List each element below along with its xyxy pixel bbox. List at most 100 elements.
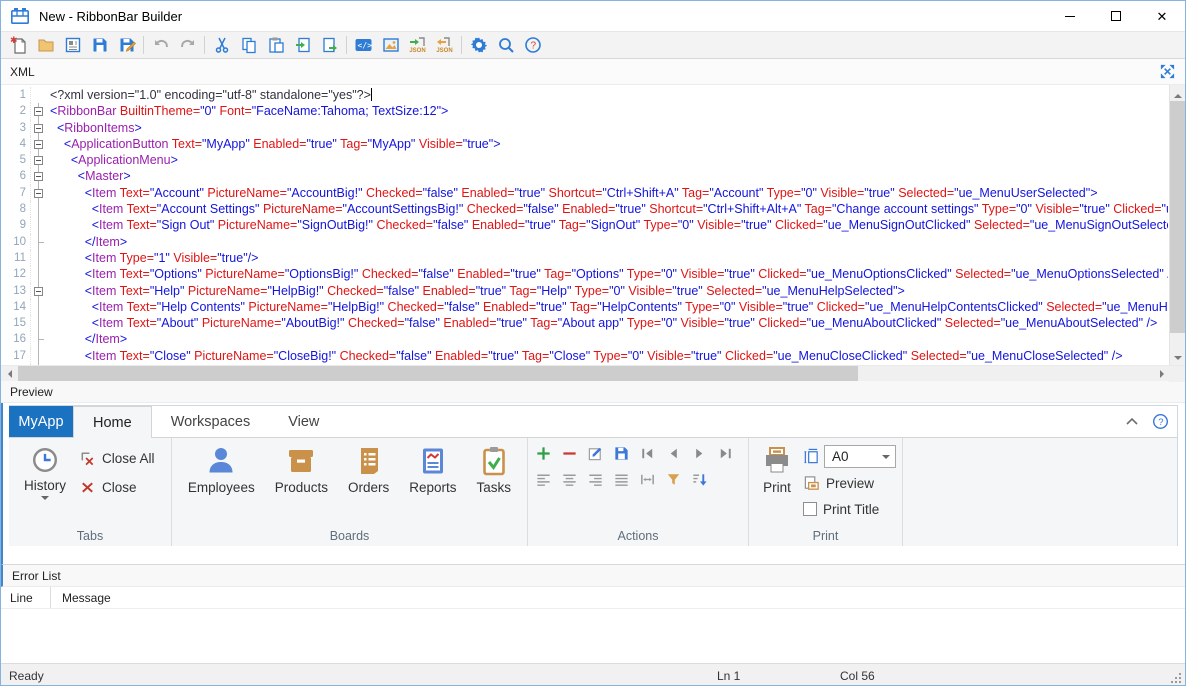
remove-button[interactable] <box>560 444 578 462</box>
edit-button[interactable] <box>586 444 604 462</box>
print-preview-button[interactable]: Preview <box>803 472 896 494</box>
new-file-button[interactable]: ✱ <box>5 33 32 57</box>
code-line[interactable]: 17 <Item Text="Close" PictureName="Close… <box>1 348 1168 364</box>
code-line[interactable]: 9 <Item Text="Sign Out" PictureName="Sig… <box>1 217 1168 233</box>
save-button[interactable] <box>86 33 113 57</box>
save-as-button[interactable] <box>113 33 140 57</box>
fold-marker[interactable] <box>31 185 46 201</box>
horizontal-scroll-thumb[interactable] <box>18 366 858 381</box>
save-row-button[interactable] <box>612 444 630 462</box>
column-header-line[interactable]: Line <box>1 587 51 608</box>
filter-button[interactable] <box>664 470 682 488</box>
history-button[interactable]: History <box>15 443 75 526</box>
collapse-ribbon-icon[interactable] <box>1124 414 1140 430</box>
close-all-button[interactable]: Close All <box>79 447 155 469</box>
code-line[interactable]: 3 <RibbonItems> <box>1 120 1168 136</box>
fold-marker <box>31 234 46 250</box>
code-line[interactable]: 6 <Master> <box>1 168 1168 184</box>
scroll-left-button[interactable] <box>1 366 17 382</box>
copy-button[interactable] <box>235 33 262 57</box>
code-line[interactable]: 4 <ApplicationButton Text="MyApp" Enable… <box>1 136 1168 152</box>
tab-home[interactable]: Home <box>73 406 152 438</box>
paste-icon <box>267 36 285 54</box>
open-button[interactable] <box>32 33 59 57</box>
tasks-button[interactable]: Tasks <box>468 443 521 526</box>
reports-button[interactable]: Reports <box>400 443 465 526</box>
help-button[interactable]: ? <box>519 33 546 57</box>
code-view-button[interactable]: </> <box>350 33 377 57</box>
code-line[interactable]: 11 <Item Type="1" Visible="true"/> <box>1 250 1168 266</box>
code-line[interactable]: 8 <Item Text="Account Settings" PictureN… <box>1 201 1168 217</box>
paper-size-icon <box>803 448 820 465</box>
print-title-checkbox[interactable]: Print Title <box>803 498 896 520</box>
vertical-scrollbar[interactable] <box>1169 85 1185 365</box>
fold-marker[interactable] <box>31 103 46 119</box>
align-left-button[interactable] <box>534 470 552 488</box>
fold-marker[interactable] <box>31 168 46 184</box>
previous-record-button[interactable] <box>664 444 682 462</box>
minimize-button[interactable] <box>1047 1 1093 31</box>
application-button[interactable]: MyApp <box>9 406 73 437</box>
close-tab-button[interactable]: Close <box>79 476 155 498</box>
error-list-body[interactable] <box>1 609 1185 663</box>
image-view-button[interactable] <box>377 33 404 57</box>
redo-button[interactable] <box>174 33 201 57</box>
code-line[interactable]: 1<?xml version="1.0" encoding="utf-8" st… <box>1 87 1168 103</box>
fold-marker[interactable] <box>31 120 46 136</box>
expand-icon[interactable] <box>1159 63 1176 80</box>
code-line[interactable]: 14 <Item Text="Help Contents" PictureNam… <box>1 299 1168 315</box>
report-view-button[interactable] <box>59 33 86 57</box>
last-record-button[interactable] <box>716 444 734 462</box>
ribbon-help-icon[interactable]: ? <box>1152 413 1169 430</box>
employees-button[interactable]: Employees <box>179 443 264 526</box>
vertical-scroll-thumb[interactable] <box>1170 101 1185 333</box>
resize-grip[interactable] <box>1171 673 1181 683</box>
code-line[interactable]: 12 <Item Text="Options" PictureName="Opt… <box>1 266 1168 282</box>
line-number: 16 <box>1 331 31 347</box>
scroll-down-button[interactable] <box>1170 349 1186 365</box>
fold-marker[interactable] <box>31 152 46 168</box>
align-center-button[interactable] <box>560 470 578 488</box>
code-view[interactable]: 1<?xml version="1.0" encoding="utf-8" st… <box>1 87 1168 365</box>
sort-button[interactable] <box>690 470 708 488</box>
first-record-button[interactable] <box>638 444 656 462</box>
paste-export-button[interactable] <box>316 33 343 57</box>
code-line[interactable]: 16 </Item> <box>1 331 1168 347</box>
scroll-up-button[interactable] <box>1170 85 1186 101</box>
paste-button[interactable] <box>262 33 289 57</box>
tab-workspaces[interactable]: Workspaces <box>152 406 270 437</box>
code-line[interactable]: 5 <ApplicationMenu> <box>1 152 1168 168</box>
settings-button[interactable] <box>465 33 492 57</box>
maximize-button[interactable] <box>1093 1 1139 31</box>
paper-size-select[interactable]: A0 <box>824 445 896 468</box>
next-record-button[interactable] <box>690 444 708 462</box>
print-button[interactable]: Print <box>757 443 797 526</box>
fold-marker[interactable] <box>31 283 46 299</box>
justify-button[interactable] <box>612 470 630 488</box>
xml-code-editor[interactable]: 1<?xml version="1.0" encoding="utf-8" st… <box>1 85 1185 381</box>
code-line[interactable]: 13 <Item Text="Help" PictureName="HelpBi… <box>1 283 1168 299</box>
tab-view[interactable]: View <box>269 406 338 437</box>
search-button[interactable] <box>492 33 519 57</box>
undo-button[interactable] <box>147 33 174 57</box>
close-button[interactable]: ✕ <box>1139 1 1185 31</box>
paste-page-button[interactable] <box>289 33 316 57</box>
column-width-button[interactable] <box>638 470 656 488</box>
toolbar-separator <box>346 36 347 54</box>
code-line[interactable]: 15 <Item Text="About" PictureName="About… <box>1 315 1168 331</box>
code-line[interactable]: 7 <Item Text="Account" PictureName="Acco… <box>1 185 1168 201</box>
code-line[interactable]: 10 </Item> <box>1 234 1168 250</box>
cut-button[interactable] <box>208 33 235 57</box>
json-import-button[interactable]: JSON <box>404 33 431 57</box>
json-export-button[interactable]: JSON <box>431 33 458 57</box>
export-page-icon <box>321 36 339 54</box>
add-button[interactable] <box>534 444 552 462</box>
column-header-message[interactable]: Message <box>51 587 111 608</box>
products-button[interactable]: Products <box>266 443 337 526</box>
code-line[interactable]: 2<RibbonBar BuiltinTheme="0" Font="FaceN… <box>1 103 1168 119</box>
fold-marker[interactable] <box>31 136 46 152</box>
orders-button[interactable]: Orders <box>339 443 398 526</box>
horizontal-scrollbar[interactable] <box>1 365 1185 381</box>
align-right-button[interactable] <box>586 470 604 488</box>
scroll-right-button[interactable] <box>1153 366 1169 382</box>
